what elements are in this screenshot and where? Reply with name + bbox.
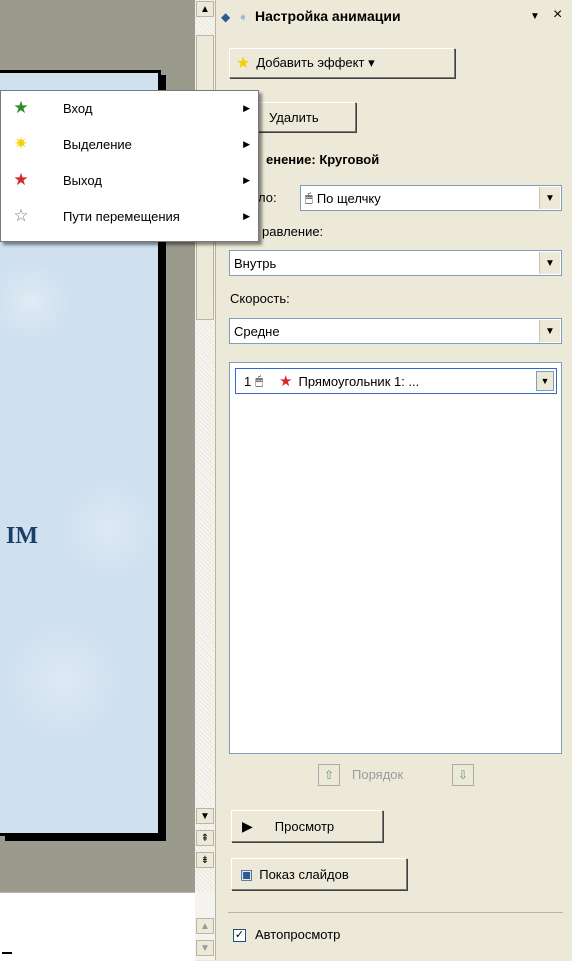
order-label: Порядок (352, 767, 404, 782)
start-combo[interactable]: 🖱 По щелчку ▼ (300, 185, 562, 211)
chevron-down-icon[interactable]: ▼ (539, 320, 560, 342)
menu-item-entrance[interactable]: ★ Вход ▶ (1, 93, 258, 123)
preview-label: Просмотр (274, 818, 335, 834)
notes-scroll-down-button[interactable]: ▼ (196, 940, 214, 956)
slideshow-label: Показ слайдов (259, 866, 349, 882)
delete-button[interactable]: Удалить (258, 102, 356, 132)
submenu-arrow-icon: ▶ (243, 102, 250, 113)
submenu-arrow-icon: ▶ (243, 174, 250, 185)
previous-slide-button[interactable]: ⇞ (196, 830, 214, 846)
slide-title-text[interactable]: IM (6, 523, 38, 550)
animation-list-item[interactable]: 1 🖱 ★ Прямоугольник 1: ... ▼ (235, 368, 557, 394)
animation-item-name: Прямоугольник 1: ... (298, 373, 420, 389)
menu-item-exit[interactable]: ★ Выход ▶ (1, 165, 258, 195)
forward-arrow-icon[interactable]: ➧ (238, 10, 248, 24)
menu-item-motion-paths[interactable]: ☆ Пути перемещения ▶ (1, 201, 258, 231)
add-effect-label: Добавить эффект ▾ (256, 55, 375, 70)
mouse-click-icon: 🖱 (305, 190, 313, 205)
start-label: ло: (258, 190, 277, 205)
add-effect-star-icon: ★ (236, 55, 251, 72)
preview-button[interactable]: ▶ Просмотр (231, 810, 383, 842)
pane-divider (228, 912, 563, 913)
menu-item-label: Выделение (63, 136, 132, 152)
menu-item-label: Вход (63, 100, 93, 116)
scroll-up-button[interactable]: ▲ (196, 1, 214, 17)
entrance-star-icon: ★ (13, 98, 29, 117)
menu-item-label: Пути перемещения (63, 208, 180, 224)
animation-list[interactable]: 1 🖱 ★ Прямоугольник 1: ... ▼ (229, 362, 562, 754)
exit-effect-icon: ★ (279, 373, 293, 390)
animation-order-number: 1 (244, 373, 252, 389)
pane-menu-dropdown-icon[interactable]: ▼ (530, 11, 540, 22)
mouse-click-icon: 🖱 (255, 373, 264, 388)
menu-item-emphasis[interactable]: ✷ Выделение ▶ (1, 129, 258, 159)
pane-title: Настройка анимации (255, 8, 401, 24)
add-effect-menu: ★ Вход ▶ ✷ Выделение ▶ ★ Выход ▶ ☆ Пути … (0, 90, 259, 242)
menu-item-label: Выход (63, 172, 102, 188)
move-down-icon[interactable]: ⇩ (452, 764, 474, 786)
motion-path-star-icon: ☆ (13, 206, 29, 225)
autopreview-checkbox[interactable]: ✓ (233, 929, 246, 942)
notes-area[interactable] (0, 892, 195, 961)
effect-heading: енение: Круговой (266, 152, 380, 167)
direction-label: равление: (262, 224, 324, 239)
add-effect-button[interactable]: ★ Добавить эффект ▾ (229, 48, 455, 78)
direction-value: Внутрь (234, 255, 277, 271)
emphasis-star-icon: ✷ (13, 134, 29, 153)
slideshow-button[interactable]: ▣ Показ слайдов (231, 858, 407, 890)
direction-combo[interactable]: Внутрь ▼ (229, 250, 562, 276)
close-icon[interactable]: × (553, 6, 562, 24)
back-arrow-icon[interactable]: ◆ (221, 10, 230, 24)
autopreview-label: Автопросмотр (255, 927, 341, 942)
speed-combo[interactable]: Средне ▼ (229, 318, 562, 344)
speed-value: Средне (234, 323, 280, 339)
submenu-arrow-icon: ▶ (243, 138, 250, 149)
delete-label: Удалить (269, 109, 319, 125)
notes-scroll-up-button[interactable]: ▲ (196, 918, 214, 934)
move-up-icon[interactable]: ⇧ (318, 764, 340, 786)
chevron-down-icon[interactable]: ▼ (536, 371, 554, 391)
scroll-down-button[interactable]: ▼ (196, 808, 214, 824)
slideshow-icon: ▣ (240, 865, 254, 882)
chevron-down-icon[interactable]: ▼ (539, 252, 560, 274)
next-slide-button[interactable]: ⇟ (196, 852, 214, 868)
submenu-arrow-icon: ▶ (243, 210, 250, 221)
chevron-down-icon[interactable]: ▼ (539, 187, 560, 209)
notes-cursor (2, 952, 12, 954)
play-icon: ▶ (242, 817, 253, 834)
speed-label: Скорость: (230, 291, 290, 306)
start-value: По щелчку (316, 190, 381, 206)
exit-star-icon: ★ (13, 170, 29, 189)
